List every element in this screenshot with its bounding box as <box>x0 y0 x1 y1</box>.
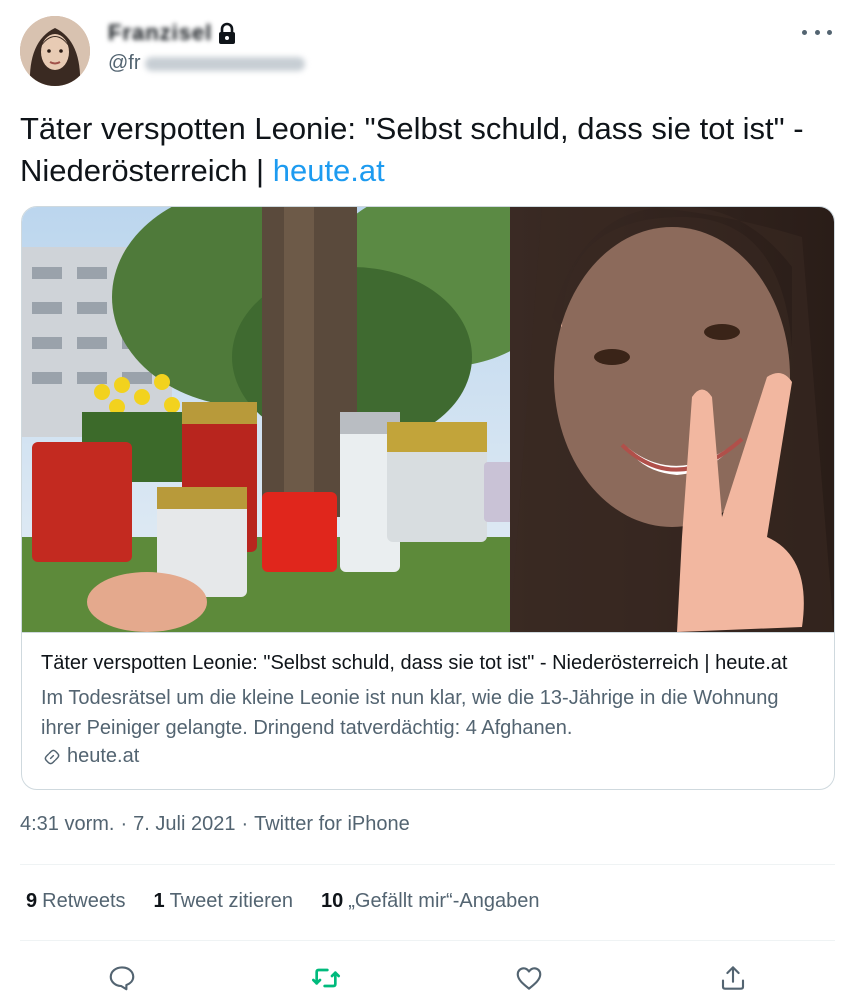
like-button[interactable] <box>509 958 549 998</box>
user-handle[interactable]: @fr <box>108 52 141 75</box>
likes-count: 10 <box>321 890 344 912</box>
heart-icon <box>516 967 542 990</box>
link-icon <box>44 749 60 764</box>
tweet-time[interactable]: 4:31 vorm. <box>20 813 114 836</box>
retweets-stat[interactable]: 9 Retweets <box>26 890 126 913</box>
retweets-count: 9 <box>26 890 38 912</box>
quotes-label: Tweet zitieren <box>169 890 294 912</box>
tweet-actions <box>0 958 850 998</box>
link-card[interactable]: Täter verspotten Leonie: "Selbst schuld,… <box>21 206 835 790</box>
tweet-body: Täter verspotten Leonie: "Selbst schuld,… <box>20 111 804 188</box>
tweet-source[interactable]: Twitter for iPhone <box>254 813 410 836</box>
card-domain[interactable]: heute.at <box>41 745 139 768</box>
likes-stat[interactable]: 10 „Gefällt mir“-Angaben <box>321 890 539 913</box>
share-icon <box>721 966 745 990</box>
card-domain-text[interactable]: heute.at <box>67 745 139 768</box>
retweets-label: Retweets <box>42 890 126 912</box>
avatar[interactable] <box>20 16 90 86</box>
meta-separator: · <box>120 813 128 835</box>
user-name-row[interactable]: Franzisel <box>108 20 238 46</box>
quotes-count: 1 <box>153 890 165 912</box>
card-title[interactable]: Täter verspotten Leonie: "Selbst schuld,… <box>41 652 816 675</box>
divider <box>20 864 835 865</box>
divider <box>20 940 835 941</box>
tweet-text: Täter verspotten Leonie: "Selbst schuld,… <box>20 108 820 192</box>
retweet-icon <box>312 968 340 988</box>
handle-redaction <box>144 56 305 71</box>
display-name[interactable]: Franzisel <box>108 20 212 46</box>
tweet-link[interactable]: heute.at <box>273 153 385 188</box>
tweet-meta: 4:31 vorm. · 7. Juli 2021 · Twitter for … <box>20 813 410 836</box>
likes-label: „Gefällt mir“-Angaben <box>348 890 540 912</box>
reply-button[interactable] <box>102 958 142 998</box>
share-button[interactable] <box>713 958 753 998</box>
tweet-date[interactable]: 7. Juli 2021 <box>133 813 235 836</box>
card-body[interactable]: Täter verspotten Leonie: "Selbst schuld,… <box>22 632 834 789</box>
card-description: Im Todesrätsel um die kleine Leonie ist … <box>41 687 779 739</box>
meta-separator: · <box>241 813 249 835</box>
user-handle-row[interactable]: @fr <box>108 52 305 75</box>
ellipsis-icon <box>802 29 807 35</box>
lock-icon <box>219 22 236 44</box>
tweet-stats: 9 Retweets 1 Tweet zitieren 10 „Gefällt mir… <box>26 890 539 913</box>
speech-bubble-icon <box>109 966 135 991</box>
quotes-stat[interactable]: 1 Tweet zitieren <box>154 890 294 913</box>
more-options-button[interactable] <box>802 22 832 42</box>
retweet-button[interactable] <box>306 958 346 998</box>
card-image[interactable] <box>22 207 834 632</box>
